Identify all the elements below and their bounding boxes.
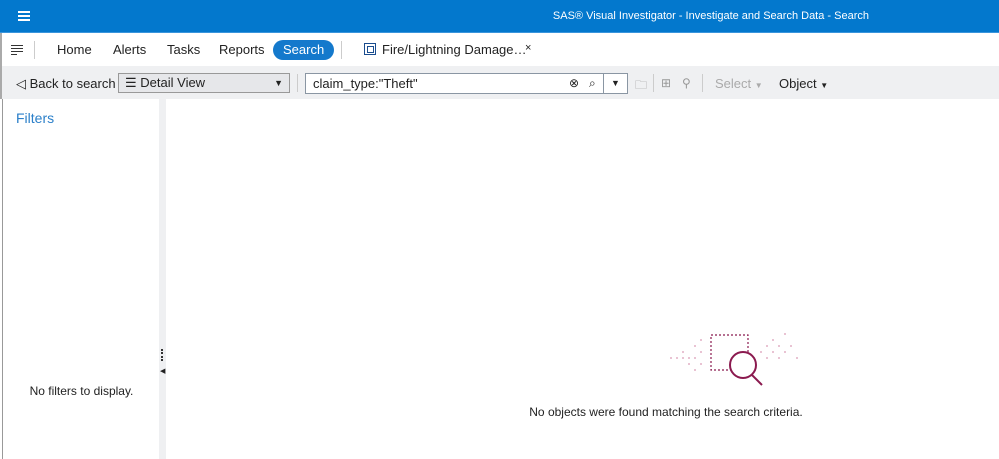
nav-tabs: Home Alerts Tasks Reports Search Fire/Li… — [0, 33, 999, 66]
view-select-value: Detail View — [140, 75, 206, 90]
search-icon[interactable]: ⌕ — [589, 74, 596, 93]
object-label: Object — [779, 76, 817, 91]
close-tab-icon[interactable]: × — [525, 42, 531, 54]
document-icon — [364, 43, 376, 55]
collapse-arrow-icon[interactable]: ◀ — [160, 367, 165, 375]
app-title: SAS® Visual Investigator - Investigate a… — [552, 10, 869, 22]
chevron-down-icon: ▼ — [820, 81, 829, 90]
no-filters-message: No filters to display. — [29, 384, 134, 398]
tab-reports[interactable]: Reports — [209, 40, 275, 60]
panel-splitter[interactable]: ◀ — [159, 99, 166, 459]
filters-title: Filters — [16, 110, 55, 126]
search-dropdown-button[interactable]: ▼ — [603, 74, 627, 93]
drag-handle-icon[interactable] — [161, 349, 163, 361]
divider — [34, 41, 35, 59]
tab-tasks[interactable]: Tasks — [157, 40, 210, 60]
tab-home[interactable]: Home — [47, 40, 102, 60]
divider — [653, 74, 654, 92]
list-icon: ☰ — [125, 75, 141, 90]
back-arrow-icon: ◁ — [16, 76, 30, 91]
app-header: SAS® Visual Investigator - Investigate a… — [0, 0, 999, 33]
chevron-down-icon: ▼ — [274, 78, 283, 88]
tab-alerts[interactable]: Alerts — [103, 40, 156, 60]
clear-icon[interactable]: ⊗ — [569, 74, 579, 93]
search-input[interactable]: claim_type:"Theft" ⊗ ⌕ ▼ — [305, 73, 628, 94]
back-label: Back to search — [29, 76, 116, 91]
menu-list-icon[interactable] — [11, 45, 23, 57]
select-label: Select — [715, 76, 752, 91]
grid-icon[interactable]: ⊞ — [661, 76, 671, 90]
divider — [341, 41, 342, 59]
chevron-down-icon: ▼ — [754, 81, 763, 90]
object-menu-button[interactable]: Object ▼ — [779, 76, 828, 91]
search-query: claim_type:"Theft" — [313, 76, 418, 91]
select-menu-button[interactable]: Select ▼ — [715, 76, 763, 91]
empty-search-illustration-icon — [670, 333, 798, 386]
divider — [702, 74, 703, 92]
filters-panel: Filters No filters to display. — [2, 99, 159, 459]
lightbulb-icon[interactable]: ⚲ — [682, 76, 691, 90]
toolbar: ◁ Back to search ☰ Detail View ▼ claim_ty… — [0, 66, 999, 99]
results-area: No objects were found matching the searc… — [166, 99, 999, 459]
folder-icon[interactable]: 🗀 — [635, 76, 647, 97]
view-select[interactable]: ☰ Detail View ▼ — [118, 73, 290, 93]
divider — [297, 74, 298, 92]
hamburger-menu-icon[interactable] — [18, 11, 30, 21]
document-tab[interactable]: Fire/Lightning Damage… — [382, 42, 527, 57]
tab-search[interactable]: Search — [273, 40, 335, 60]
back-to-search-button[interactable]: ◁ Back to search — [16, 76, 116, 92]
no-results-message: No objects were found matching the searc… — [529, 405, 803, 419]
